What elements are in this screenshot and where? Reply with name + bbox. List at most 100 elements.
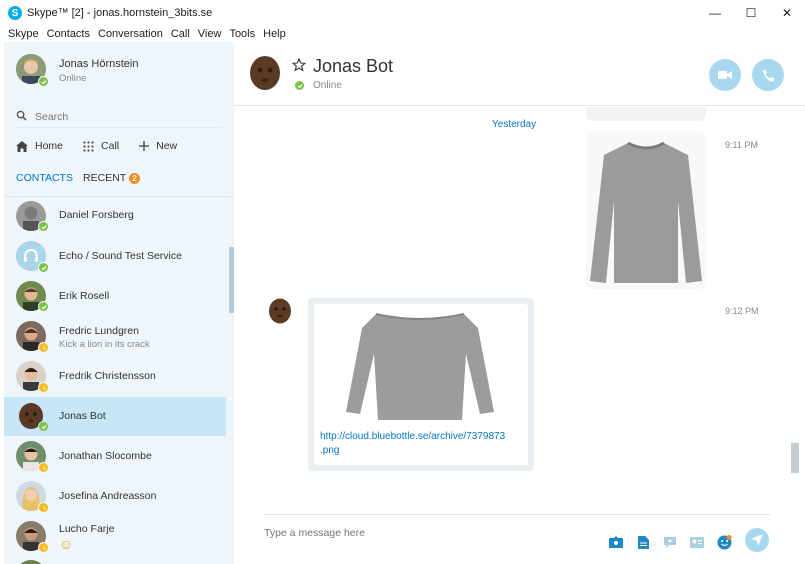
window-controls: — ☐ ✕	[697, 0, 805, 26]
tab-contacts[interactable]: CONTACTS	[16, 172, 73, 184]
away-status-icon	[38, 502, 49, 513]
menu-bar: Skype Contacts Conversation Call View To…	[0, 26, 805, 42]
avatar	[266, 297, 294, 325]
nav-row: Home Call New	[16, 138, 197, 154]
online-status-icon	[38, 421, 49, 432]
menu-contacts[interactable]: Contacts	[47, 28, 90, 40]
online-status-icon	[38, 301, 49, 312]
message-area[interactable]: Yesterday 9:11 PM 9:12 PM http://cloud.b…	[234, 107, 805, 512]
home-icon	[16, 140, 28, 152]
contact-name: Fredrik Christensson	[59, 370, 156, 382]
profile-name: Jonas Hörnstein	[59, 58, 139, 70]
smiley-emoticon-icon: ☺	[59, 536, 74, 552]
chat-header: Jonas Bot Online	[234, 42, 805, 106]
contact-item[interactable]: Fredric Lundgren Kick a lion in its crac…	[4, 316, 226, 357]
video-camera-icon	[718, 71, 732, 79]
avatar	[246, 54, 284, 92]
away-status-icon	[38, 382, 49, 393]
online-status-icon	[38, 76, 49, 87]
title-bar: S Skype™ [2] - jonas.hornstein_3bits.se …	[0, 0, 805, 26]
contact-mood: Kick a lion in its crack	[59, 339, 150, 350]
send-file-icon[interactable]	[635, 534, 651, 550]
menu-skype[interactable]: Skype	[8, 28, 39, 40]
profile-section[interactable]: Jonas Hörnstein Online	[4, 42, 234, 100]
chat-contact-status: Online	[313, 80, 342, 91]
menu-tools[interactable]: Tools	[229, 28, 255, 40]
search-icon	[16, 110, 27, 124]
home-label: Home	[35, 140, 64, 152]
message-input[interactable]	[264, 527, 564, 539]
contact-name: Lucho Farje	[59, 523, 115, 535]
compose-divider	[264, 514, 770, 515]
voice-call-button[interactable]	[752, 59, 784, 91]
sweater-image-message[interactable]	[586, 131, 706, 289]
new-label: New	[156, 140, 178, 152]
search-bar	[16, 106, 222, 128]
contact-item[interactable]: Josefina Andreasson	[4, 476, 226, 516]
menu-view[interactable]: View	[198, 28, 222, 40]
link-line-1[interactable]: http://cloud.bluebottle.se/archive/73798…	[320, 431, 505, 442]
contact-item[interactable]: Echo / Sound Test Service	[4, 236, 226, 277]
plus-icon	[139, 141, 150, 151]
day-separator: Yesterday	[492, 119, 537, 130]
call-label: Call	[101, 140, 120, 152]
phone-icon	[762, 69, 774, 82]
avatar	[16, 560, 46, 564]
contact-name: Jonas Bot	[59, 410, 106, 422]
menu-help[interactable]: Help	[263, 28, 286, 40]
contact-name: Echo / Sound Test Service	[59, 250, 182, 262]
send-contacts-icon[interactable]	[689, 534, 705, 550]
link-preview-card[interactable]: http://cloud.bluebottle.se/archive/73798…	[314, 304, 528, 465]
maximize-button[interactable]: ☐	[733, 0, 769, 26]
message-scrollbar[interactable]	[791, 443, 799, 473]
profile-status: Online	[59, 73, 87, 84]
message-timestamp: 9:12 PM	[725, 306, 759, 316]
close-button[interactable]: ✕	[769, 0, 805, 26]
home-button[interactable]: Home	[16, 140, 63, 152]
send-button[interactable]	[745, 528, 769, 552]
menu-call[interactable]: Call	[171, 28, 190, 40]
send-media-icon[interactable]	[608, 534, 624, 550]
call-button[interactable]: Call	[83, 140, 119, 152]
message-timestamp: 9:11 PM	[725, 140, 758, 150]
window-title: Skype™ [2] - jonas.hornstein_3bits.se	[27, 7, 213, 19]
skype-logo-icon: S	[8, 6, 22, 20]
online-status-icon	[294, 80, 305, 91]
dialpad-icon	[83, 140, 94, 152]
contact-item[interactable]: Erik Rosell	[4, 277, 226, 316]
video-message-icon[interactable]	[662, 534, 678, 550]
recent-count-badge: 2	[129, 172, 141, 184]
tab-recent[interactable]: RECENT 2	[82, 172, 141, 184]
contact-item[interactable]: Daniel Forsberg	[4, 197, 226, 236]
contact-item[interactable]: Jonathan Slocombe	[4, 436, 226, 476]
menu-conversation[interactable]: Conversation	[98, 28, 163, 40]
send-arrow-icon	[751, 534, 763, 546]
away-status-icon	[38, 542, 49, 553]
emoticon-icon[interactable]	[716, 534, 732, 550]
image-message[interactable]	[586, 107, 706, 121]
contact-tabs: CONTACTS RECENT 2	[16, 171, 150, 185]
away-status-icon	[38, 462, 49, 473]
tshirt-image	[342, 308, 498, 424]
contact-item[interactable]: Fredrik Christensson	[4, 357, 226, 397]
compose-bar	[234, 514, 805, 564]
video-call-button[interactable]	[709, 59, 741, 91]
contact-list: Daniel Forsberg Echo / Sound Test Servic…	[4, 197, 226, 564]
search-input[interactable]	[35, 110, 205, 123]
tab-recent-label: RECENT	[82, 172, 127, 184]
contact-name: Jonathan Slocombe	[59, 450, 152, 462]
online-status-icon	[38, 221, 49, 232]
contact-name: Fredric Lundgren	[59, 325, 139, 337]
contact-item[interactable]: Jonas Bot	[4, 397, 226, 436]
away-status-icon	[38, 342, 49, 353]
contact-item[interactable]	[4, 556, 226, 564]
image-link[interactable]: http://cloud.bluebottle.se/archive/73798…	[320, 430, 520, 458]
favorite-star-icon[interactable]	[291, 57, 307, 75]
new-button[interactable]: New	[139, 140, 177, 152]
link-preview-message[interactable]: http://cloud.bluebottle.se/archive/73798…	[308, 298, 534, 471]
contact-name: Daniel Forsberg	[59, 209, 134, 221]
contact-item[interactable]: Lucho Farje ☺	[4, 516, 226, 556]
link-line-2[interactable]: .png	[320, 445, 339, 456]
minimize-button[interactable]: —	[697, 0, 733, 26]
sidebar: Jonas Hörnstein Online Home Call New CON…	[4, 42, 234, 564]
